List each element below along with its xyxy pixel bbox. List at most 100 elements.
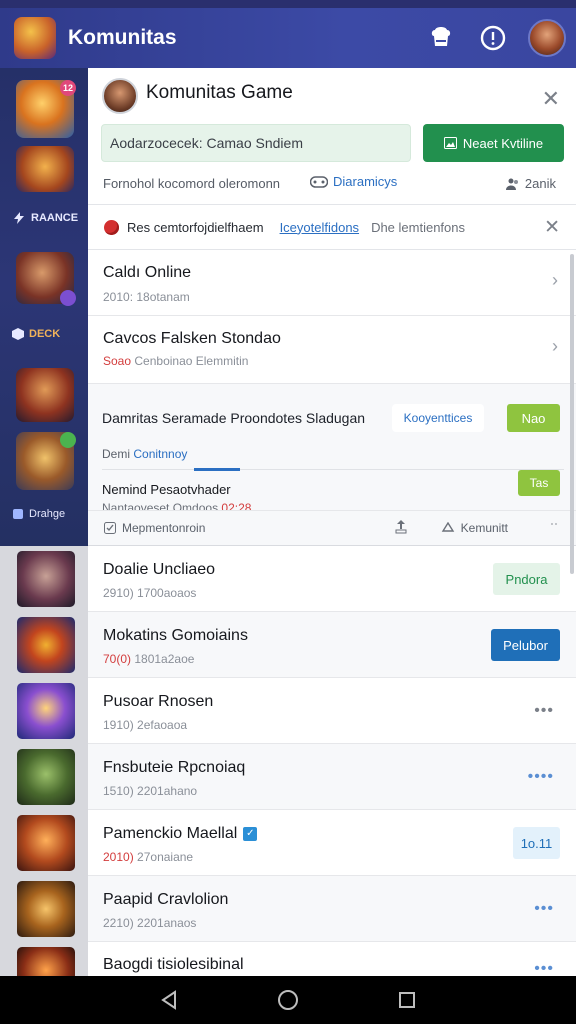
close-icon[interactable]: ✕ [544, 216, 560, 239]
list-item-sub: 2910) 1700aoaos [103, 586, 197, 600]
footer-community[interactable]: Kemunitt [441, 521, 508, 535]
footer-right[interactable]: ˈˈ [550, 521, 558, 535]
list-item-button[interactable]: 1o.11 [513, 827, 560, 859]
game-thumbnail[interactable] [17, 683, 75, 739]
list-item-sub: 2210) 2201anaos [103, 916, 197, 930]
status-bar [0, 0, 576, 8]
app-header: Komunitas [0, 8, 576, 68]
app-title: Komunitas [68, 26, 177, 49]
system-nav-bar [0, 976, 576, 1024]
sidebar-label[interactable]: RAANCE [12, 212, 78, 224]
scrollbar[interactable] [570, 254, 574, 574]
footer-left[interactable]: Mepmentonroin [104, 521, 395, 535]
list-item[interactable]: Caldı Online 2010: 18otanam › [88, 250, 576, 316]
panel-meta-link-label: Diaramicys [333, 174, 398, 189]
list-item-sub: 70(0) 1801a2aoe [103, 652, 194, 666]
list-item[interactable]: Baogdi tisiolesibinal ••• [88, 942, 576, 977]
notice-link[interactable]: Iceyotelfidons [280, 220, 360, 235]
chef-hat-icon[interactable] [424, 21, 458, 55]
game-thumbnail[interactable] [17, 881, 75, 937]
panel-title: Komunitas Game [146, 82, 293, 103]
sidebar-game-tile[interactable] [16, 368, 74, 422]
chevron-right-icon: › [552, 270, 558, 290]
community-avatar [102, 78, 138, 114]
list-item-button[interactable]: Pndora [493, 563, 560, 595]
sidebar-label-text: RAANCE [31, 212, 79, 224]
game-sidebar: 12 RAANCE DECK Drahge [0, 68, 88, 546]
bolt-icon [14, 212, 24, 224]
list-item[interactable]: Doalie Uncliaeo 2910) 1700aoaos Pndora [88, 546, 576, 612]
gamepad-icon [310, 175, 328, 188]
user-avatar[interactable] [528, 19, 566, 57]
home-icon[interactable] [268, 980, 308, 1020]
image-icon [443, 137, 457, 149]
close-icon[interactable]: ✕ [542, 86, 560, 112]
primary-action-label: Neaet Kvtiline [462, 135, 544, 151]
game-thumbnail[interactable] [17, 815, 75, 871]
list-item-sub-text: Cenboinao Elemmitin [134, 354, 249, 368]
list-item-sub: 2010: 18otanam [103, 290, 190, 304]
notification-badge [60, 290, 76, 306]
panel-meta-right[interactable]: 2anik [505, 176, 556, 191]
sidebar-game-tile[interactable] [16, 146, 74, 192]
active-tab-indicator [194, 468, 240, 471]
list-item-title-text: Pamenckio Maellal [103, 825, 238, 842]
panel-meta-link[interactable]: Diaramicys [310, 174, 397, 189]
footer-left-label: Mepmentonroin [122, 521, 206, 535]
share-icon[interactable] [395, 519, 407, 537]
community-input[interactable]: Aodarzocecek: Camao Sndiem [101, 124, 411, 162]
list-item-sub-red: Soao [103, 354, 132, 368]
list-item[interactable]: Mokatins Gomoiains 70(0) 1801a2aoe Pelub… [88, 612, 576, 678]
back-icon[interactable] [149, 980, 189, 1020]
list-item-title: Caldı Online [103, 264, 192, 281]
divider [102, 469, 564, 470]
tab-demi[interactable]: Demi [102, 447, 130, 461]
list-item-title: Cavcos Falsken Stondao [103, 330, 281, 347]
recents-icon[interactable] [387, 980, 427, 1020]
list-item-button[interactable]: Pelubor [491, 629, 560, 661]
card-secondary-button[interactable]: Tas [518, 470, 560, 496]
info-icon[interactable] [476, 21, 510, 55]
game-thumbnail[interactable] [17, 617, 75, 673]
card-footer: Mepmentonroin Kemunitt ˈˈ [88, 510, 576, 546]
more-icon[interactable]: ••• [534, 702, 554, 720]
list-item[interactable]: Paapid Cravlolion 2210) 2201anaos ••• [88, 876, 576, 942]
more-icon[interactable]: •••• [528, 768, 554, 786]
list-item-title: Doalie Uncliaeo [103, 561, 216, 578]
primary-action-button[interactable]: Neaet Kvtiline [423, 124, 564, 162]
recycle-icon [441, 522, 454, 532]
list-item-sub: 1510) 2201ahano [103, 784, 198, 798]
panel-meta-right-label: 2anik [524, 176, 556, 191]
more-icon[interactable]: ••• [534, 900, 554, 918]
sidebar-label[interactable]: Drahge [12, 508, 65, 520]
notice-text: Res cemtorfojdielfhaem [127, 219, 264, 235]
card-sub-title: Nemind Pesaotvhader [102, 482, 231, 497]
verified-icon: ✓ [243, 827, 258, 841]
list-item[interactable]: Cavcos Falsken Stondao Soao Cenboinao El… [88, 316, 576, 384]
game-thumbnail-column [0, 546, 88, 976]
list-item-sub: 2010) 27onaiane [103, 850, 193, 864]
game-thumbnail[interactable] [17, 551, 75, 607]
sidebar-label[interactable]: DECK [12, 328, 60, 340]
notice-sub: Dhe lemtienfons [371, 219, 466, 235]
chip-icon [13, 509, 23, 519]
tab-community[interactable]: Conitnnoy [133, 447, 187, 461]
users-icon [505, 178, 518, 190]
list-item-title: Mokatins Gomoiains [103, 627, 248, 644]
card-primary-button[interactable]: Nao [507, 404, 560, 432]
list-item[interactable]: Pusoar Rnosen 1910) 2efaoaoa ••• [88, 678, 576, 744]
list-item[interactable]: Fnsbuteie Rpcnoiaq 1510) 2201ahano •••• [88, 744, 576, 810]
app-logo [14, 17, 56, 59]
game-thumbnail[interactable] [17, 749, 75, 805]
notification-badge: 12 [60, 80, 76, 96]
card-link-button[interactable]: Kooyenttices [392, 404, 484, 432]
list-item[interactable]: Pamenckio Maellal ✓ 2010) 27onaiane 1o.11 [88, 810, 576, 876]
list-item-title: Paapid Cravlolion [103, 891, 229, 908]
list-item-sub: 1910) 2efaoaoa [103, 718, 188, 732]
panel-header: Komunitas Game ✕ Aodarzocecek: Camao Snd… [88, 68, 576, 204]
card-tabs: Demi Conitnnoy [102, 447, 187, 461]
list-item-title: Pusoar Rnosen [103, 693, 214, 710]
game-thumbnail[interactable] [17, 947, 75, 976]
community-panel: Komunitas Game ✕ Aodarzocecek: Camao Snd… [88, 68, 576, 977]
notification-badge [60, 432, 76, 448]
